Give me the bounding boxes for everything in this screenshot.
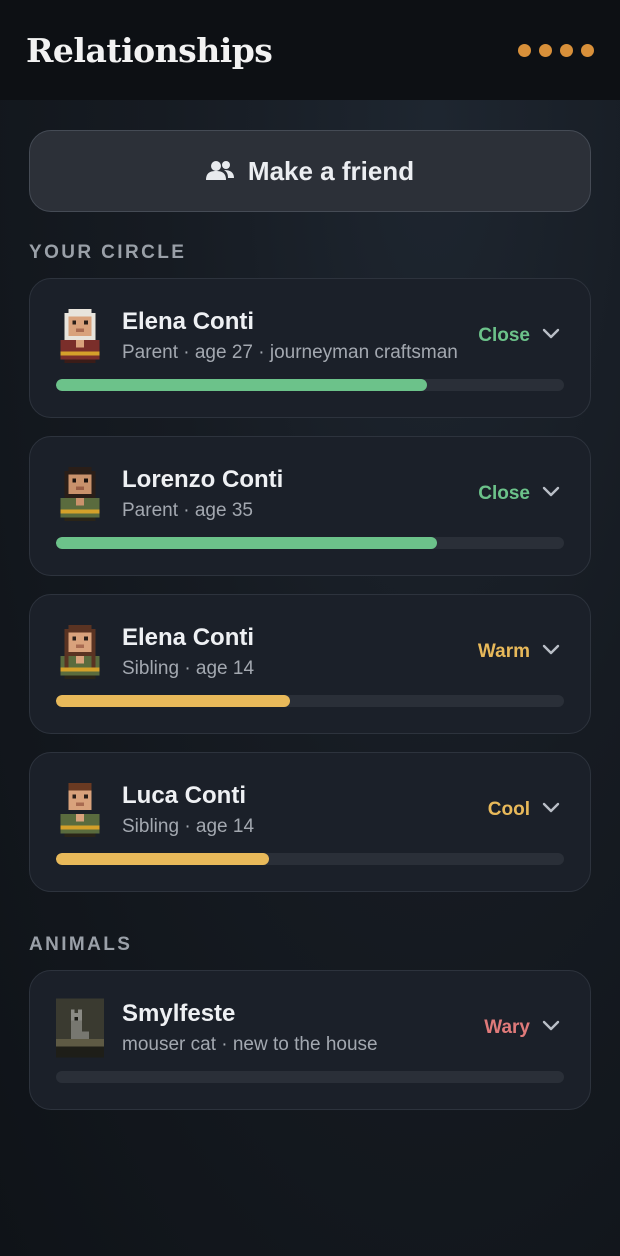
relationship-meter-fill — [56, 853, 270, 865]
status-badge: Wary — [484, 1017, 530, 1038]
relationship-meter — [56, 1071, 564, 1083]
people-icon — [205, 161, 234, 180]
relationship-meter-fill — [56, 695, 290, 707]
menu-dot — [581, 43, 594, 57]
relationship-card[interactable]: Elena Conti Parent · age 27 · journeyman… — [29, 278, 591, 418]
chevron-down-icon[interactable] — [542, 327, 560, 341]
relationship-meter-fill — [56, 537, 437, 549]
status-badge: Close — [478, 483, 530, 504]
menu-dot — [518, 43, 531, 57]
chevron-down-icon[interactable] — [542, 485, 560, 499]
animal-card[interactable]: Smylfeste mouser cat · new to the house … — [29, 970, 591, 1110]
person-name: Elena Conti — [122, 308, 255, 335]
person-details: Sibling · age 14 — [122, 816, 255, 837]
relationships-screen: Relationships Make a friend YOUR CIRCLE — [0, 0, 620, 1256]
relationship-meter — [56, 695, 564, 707]
relationship-meter-fill — [56, 379, 427, 391]
person-name: Elena Conti — [122, 624, 255, 651]
menu-dot — [560, 43, 573, 57]
status-badge: Cool — [487, 799, 530, 820]
status-badge: Warm — [477, 641, 530, 662]
relationship-meter — [56, 379, 564, 391]
relationship-meter — [56, 537, 564, 549]
person-details: Parent · age 35 — [122, 500, 253, 521]
chevron-down-icon[interactable] — [542, 643, 560, 657]
main-content: Make a friend YOUR CIRCLE Elena Conti Pa… — [0, 100, 620, 1110]
status-badge: Close — [478, 325, 530, 346]
relationship-card[interactable]: Lorenzo Conti Parent · age 35 Close — [29, 436, 591, 576]
person-details: Sibling · age 14 — [122, 658, 255, 679]
chevron-down-icon[interactable] — [542, 801, 560, 815]
animal-name: Smylfeste — [122, 1000, 236, 1027]
person-name: Lorenzo Conti — [122, 466, 284, 493]
animal-details: mouser cat · new to the house — [122, 1034, 378, 1055]
make-friend-button[interactable]: Make a friend — [29, 130, 591, 212]
avatar — [56, 463, 104, 525]
cat-avatar — [56, 997, 104, 1059]
more-dots-icon[interactable] — [512, 38, 600, 63]
avatar — [56, 305, 104, 367]
section-animals: ANIMALS — [29, 934, 133, 955]
chevron-down-icon[interactable] — [542, 1019, 560, 1033]
relationship-meter — [56, 853, 564, 865]
relationship-card[interactable]: Luca Conti Sibling · age 14 Cool — [29, 752, 591, 892]
avatar — [56, 779, 104, 841]
avatar — [56, 621, 104, 683]
menu-dot — [539, 43, 552, 57]
person-name: Luca Conti — [122, 782, 246, 809]
section-your-circle: YOUR CIRCLE — [29, 242, 187, 263]
app-header: Relationships — [0, 0, 620, 100]
relationship-card[interactable]: Elena Conti Sibling · age 14 Warm — [29, 594, 591, 734]
page-title: Relationships — [26, 30, 273, 70]
make-friend-label: Make a friend — [247, 155, 415, 186]
person-details: Parent · age 27 · journeyman craftsman — [122, 342, 458, 363]
